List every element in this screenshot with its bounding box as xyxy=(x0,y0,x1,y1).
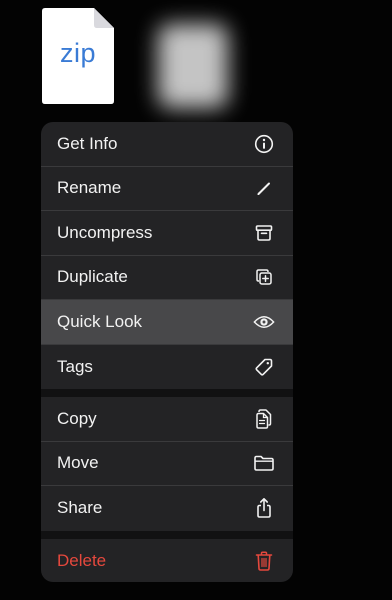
doc-on-doc-icon xyxy=(253,408,275,430)
info-circle-icon xyxy=(253,133,275,155)
screen: zip Get Info Rename Uncompress Duplicate… xyxy=(0,0,392,600)
file-extension-label: zip xyxy=(59,38,96,68)
tag-icon xyxy=(253,356,275,378)
menu-item-quick-look[interactable]: Quick Look xyxy=(41,300,293,345)
menu-item-label: Share xyxy=(57,498,103,518)
menu-item-label: Get Info xyxy=(57,133,118,153)
menu-item-label: Rename xyxy=(57,178,122,198)
pencil-icon xyxy=(253,177,275,199)
menu-item-label: Copy xyxy=(57,408,97,428)
share-icon xyxy=(253,497,275,519)
menu-item-delete[interactable]: Delete xyxy=(41,539,293,583)
eye-icon xyxy=(253,311,275,333)
menu-item-uncompress[interactable]: Uncompress xyxy=(41,211,293,256)
menu-item-label: Move xyxy=(57,453,99,473)
zip-file-thumbnail[interactable]: zip xyxy=(42,8,114,104)
menu-item-rename[interactable]: Rename xyxy=(41,167,293,211)
context-menu: Get Info Rename Uncompress Duplicate Qui… xyxy=(41,122,293,582)
menu-group-separator xyxy=(41,389,293,397)
menu-item-share[interactable]: Share xyxy=(41,486,293,531)
menu-item-tags[interactable]: Tags xyxy=(41,345,293,390)
menu-item-copy[interactable]: Copy xyxy=(41,397,293,442)
menu-item-label: Duplicate xyxy=(57,267,128,287)
menu-item-move[interactable]: Move xyxy=(41,442,293,486)
plus-square-on-square-icon xyxy=(253,266,275,288)
menu-item-label: Quick Look xyxy=(57,311,143,331)
menu-item-label: Delete xyxy=(57,550,107,570)
menu-item-label: Tags xyxy=(57,356,93,376)
archivebox-icon xyxy=(253,222,275,244)
blurred-item-preview xyxy=(158,24,228,108)
trash-icon xyxy=(253,550,275,572)
menu-item-duplicate[interactable]: Duplicate xyxy=(41,256,293,300)
menu-item-get-info[interactable]: Get Info xyxy=(41,122,293,167)
menu-group-separator xyxy=(41,530,293,539)
menu-item-label: Uncompress xyxy=(57,222,153,242)
folder-icon xyxy=(253,452,275,474)
